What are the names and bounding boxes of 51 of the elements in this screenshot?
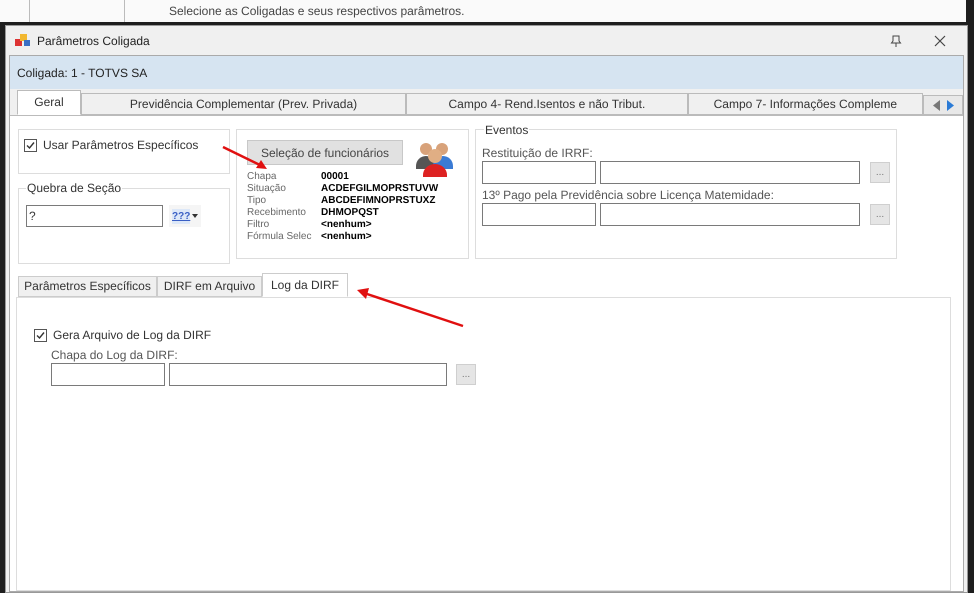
- input-field[interactable]: ?: [26, 205, 163, 227]
- field-label: Recebimento: [247, 207, 307, 219]
- tab[interactable]: Campo 7- Informações Compleme: [688, 93, 924, 115]
- tab[interactable]: Log da DIRF: [262, 273, 348, 297]
- input-field[interactable]: [600, 203, 860, 226]
- input-field[interactable]: [600, 161, 860, 184]
- right-arrow-icon[interactable]: [946, 100, 955, 110]
- field-label: 13º Pago pela Previdência sobre Licença Matemidade:: [482, 188, 775, 202]
- field-label: Situação: [247, 183, 287, 195]
- field-label: Chapa: [247, 171, 278, 183]
- field-value: 00001: [321, 171, 350, 183]
- input-field[interactable]: [51, 363, 165, 386]
- field-value: <nenhum>: [321, 231, 373, 243]
- format-dropdown[interactable]: ???: [169, 205, 202, 227]
- group-title: Eventos: [484, 123, 530, 137]
- input-field[interactable]: [482, 203, 596, 226]
- tab[interactable]: Parâmetros Específicos: [18, 276, 157, 297]
- tab[interactable]: Previdência Complementar (Prev. Privada): [80, 93, 406, 115]
- field-value: DHMOPQST: [321, 207, 380, 219]
- tab[interactable]: Geral: [17, 90, 81, 115]
- checkbox-label: Gera Arquivo de Log da DIRF: [53, 327, 212, 344]
- tab[interactable]: DIRF em Arquivo: [157, 276, 262, 297]
- input-field[interactable]: [482, 161, 596, 184]
- tab[interactable]: Campo 4- Rend.Isentos e não Tribut.: [406, 93, 688, 115]
- close-icon[interactable]: [934, 34, 946, 46]
- group-title: Quebra de Seção: [26, 181, 122, 195]
- field-value: ABCDEFIMNOPRSTUXZ: [321, 195, 436, 207]
- caret-icon: [192, 214, 198, 218]
- tab-scroll-buttons[interactable]: [923, 95, 964, 115]
- field-label: Fórmula Selec: [247, 231, 312, 243]
- checkbox[interactable]: [24, 139, 37, 152]
- field-label: Filtro: [247, 219, 270, 231]
- people-icon: [415, 140, 455, 177]
- window-title: Parâmetros Coligada: [37, 32, 150, 50]
- lookup-button[interactable]: ...: [870, 162, 890, 183]
- lookup-button[interactable]: ...: [456, 364, 476, 385]
- left-arrow-icon[interactable]: [932, 100, 941, 110]
- checkbox[interactable]: [34, 328, 47, 342]
- input-field[interactable]: [169, 363, 447, 386]
- field-value: <nenhum>: [321, 219, 373, 231]
- app-icon: [15, 34, 31, 48]
- field-label: Tipo: [247, 195, 268, 207]
- lookup-button[interactable]: ...: [870, 204, 890, 225]
- hint-text: Selecione as Coligadas e seus respectivos parâmetros.: [169, 3, 464, 20]
- checkbox-label: Usar Parâmetros Específicos: [43, 139, 198, 152]
- field-label: Restituição de IRRF:: [482, 146, 594, 160]
- pin-icon[interactable]: [890, 34, 902, 46]
- field-value: ACDEFGILMOPRSTUVW: [321, 183, 440, 195]
- select-employees-button[interactable]: Seleção de funcionários: [247, 140, 403, 165]
- field-label: Chapa do Log da DIRF:: [51, 348, 179, 362]
- company-label: Coligada: 1 - TOTVS SA: [17, 64, 148, 82]
